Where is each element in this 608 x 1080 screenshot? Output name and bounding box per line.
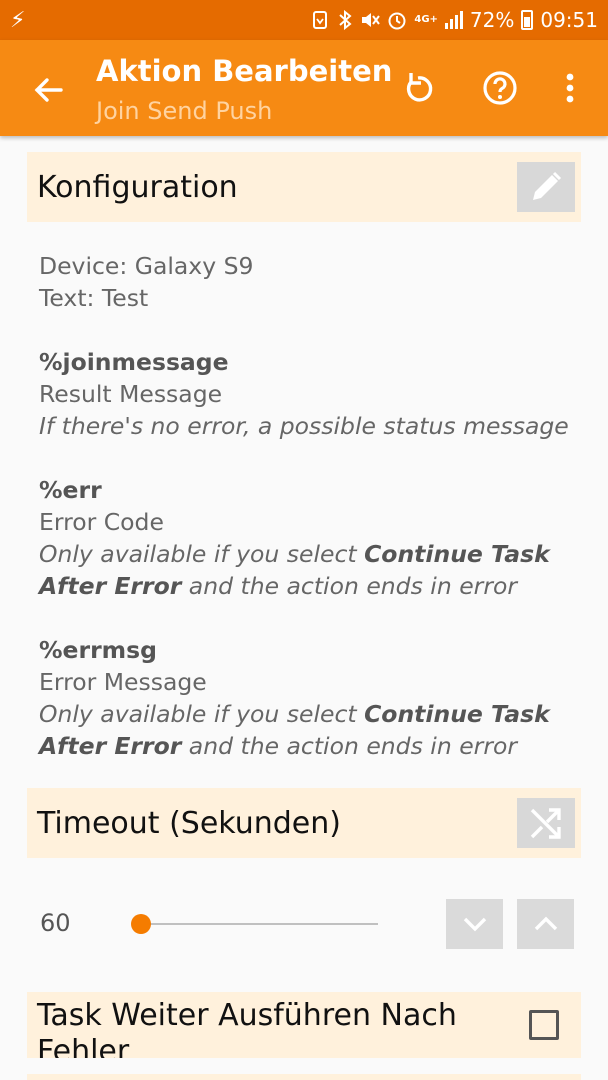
- help-icon[interactable]: [480, 68, 520, 108]
- variable-name: %err: [39, 476, 102, 504]
- app-bar: Aktion Bearbeiten Join Send Push: [0, 40, 608, 136]
- more-vert-icon[interactable]: [550, 68, 590, 108]
- configuration-body: Device: Galaxy S9 Text: Test %joinmessag…: [39, 250, 584, 762]
- reset-icon[interactable]: [398, 68, 438, 108]
- variable-description-cont: After Error and the action ends in error: [39, 732, 518, 760]
- back-arrow-icon[interactable]: [28, 70, 68, 110]
- continue-after-error-label: Task Weiter Ausführen Nach Fehler: [37, 998, 457, 1058]
- edit-button[interactable]: [517, 162, 575, 212]
- variable-label: Error Code: [39, 508, 164, 536]
- variable-description: Only available if you select Continue Ta…: [39, 700, 550, 728]
- timeout-control: 60: [0, 895, 608, 955]
- shuffle-icon: [530, 808, 561, 839]
- variable-description: Only available if you select Continue Ta…: [39, 540, 550, 568]
- continue-after-error-row: Task Weiter Ausführen Nach Fehler: [27, 992, 581, 1058]
- mute-icon: [362, 13, 381, 27]
- configuration-header: Konfiguration: [27, 152, 581, 222]
- next-section-strip: [27, 1074, 581, 1080]
- variable-description-cont: After Error and the action ends in error: [39, 572, 518, 600]
- timeout-header: Timeout (Sekunden): [27, 788, 581, 858]
- chevron-down-icon: [463, 917, 486, 932]
- increment-button[interactable]: [517, 899, 574, 949]
- status-bar: ⚡ 4G+ 72% 09:51: [0, 0, 608, 40]
- configuration-title: Konfiguration: [37, 170, 238, 205]
- bluetooth-icon: [339, 10, 352, 30]
- decrement-button[interactable]: [446, 899, 503, 949]
- text-line: Text: Test: [39, 284, 149, 312]
- variable-label: Result Message: [39, 380, 223, 408]
- alarm-clock-icon: [313, 11, 328, 29]
- timeout-value: 60: [40, 909, 71, 937]
- variable-name: %joinmessage: [39, 348, 229, 376]
- variable-toggle-button[interactable]: [517, 798, 575, 848]
- chevron-up-icon: [534, 916, 557, 931]
- device-line: Device: Galaxy S9: [39, 252, 254, 280]
- continue-after-error-checkbox[interactable]: [529, 1010, 559, 1040]
- timeout-title: Timeout (Sekunden): [37, 806, 341, 841]
- variable-description: If there's no error, a possible status m…: [39, 412, 569, 440]
- variable-label: Error Message: [39, 668, 207, 696]
- timeout-slider-track[interactable]: [140, 923, 378, 925]
- signal-icon: [444, 11, 463, 29]
- timeout-slider-thumb[interactable]: [131, 914, 151, 934]
- battery-icon: [521, 10, 534, 30]
- network-type: 4G+: [414, 14, 438, 25]
- flash-icon: ⚡: [10, 7, 26, 33]
- page-title: Aktion Bearbeiten: [96, 54, 393, 88]
- page-subtitle: Join Send Push: [96, 97, 273, 125]
- variable-name: %errmsg: [39, 636, 157, 664]
- clock-icon: [388, 12, 406, 30]
- pencil-icon: [533, 171, 562, 200]
- clock-time: 09:51: [540, 8, 598, 32]
- battery-percent: 72%: [469, 8, 515, 32]
